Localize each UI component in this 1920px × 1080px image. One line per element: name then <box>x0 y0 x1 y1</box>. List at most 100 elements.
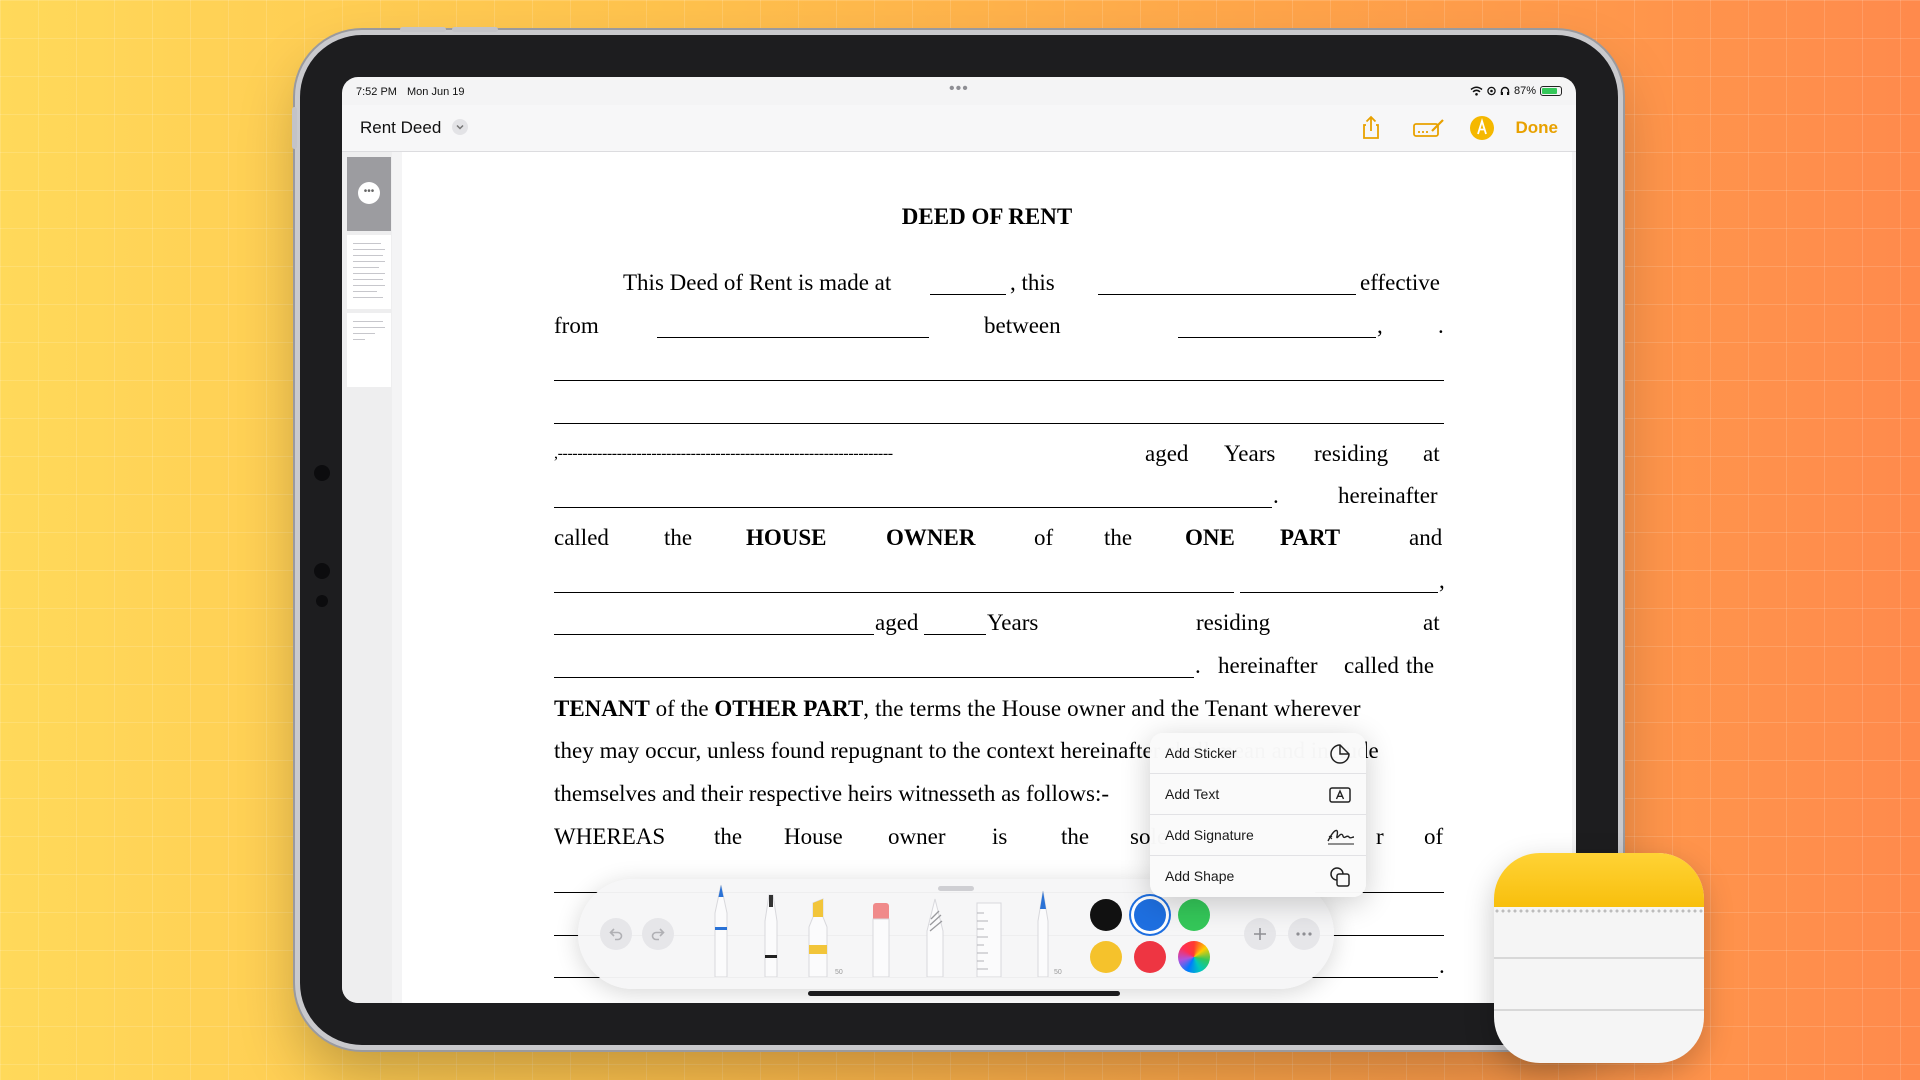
text: from <box>554 313 599 338</box>
text: PART <box>1280 525 1341 550</box>
text: of <box>1034 525 1054 550</box>
ruler-tool-icon[interactable] <box>974 901 1004 977</box>
status-right: 87% <box>1470 85 1562 97</box>
menu-label: Add Shape <box>1165 868 1235 884</box>
text: OTHER PART <box>714 696 864 721</box>
title-menu-chevron-icon[interactable] <box>452 119 468 135</box>
text: the <box>1406 653 1435 678</box>
text: , <box>1439 568 1445 593</box>
text: . <box>1438 313 1444 338</box>
blank-line-4[interactable] <box>554 423 1444 424</box>
redo-icon <box>651 928 665 941</box>
thumbnail-page-2[interactable] <box>347 235 391 309</box>
camera-dot-1 <box>314 465 330 481</box>
text: This Deed of Rent is made at <box>623 270 892 295</box>
document-page[interactable]: DEED OF RENT This Deed of Rent is made a… <box>402 152 1572 1003</box>
text: ,---------------------------------------… <box>554 445 893 462</box>
text: owner <box>888 824 946 849</box>
marker-size-label: 50 <box>835 969 843 976</box>
text: themselves and their respective heirs wi… <box>554 781 1110 806</box>
text: ONE <box>1185 525 1235 550</box>
camera-dot-3 <box>316 595 328 607</box>
color-swatch-red[interactable] <box>1134 941 1166 973</box>
text: hereinafter <box>1338 483 1438 508</box>
text: effective <box>1360 270 1441 295</box>
undo-button[interactable] <box>600 918 632 950</box>
text: , <box>1377 313 1383 338</box>
doc-line-11: TENANT of the OTHER PART, the terms the … <box>554 696 1444 722</box>
text: between <box>984 313 1061 338</box>
add-button[interactable] <box>1244 918 1276 950</box>
color-swatch-yellow[interactable] <box>1090 941 1122 973</box>
fountain-pen-tool-icon[interactable] <box>1032 889 1054 977</box>
notes-app-icon <box>1494 853 1704 1063</box>
text: the <box>1104 525 1133 550</box>
share-icon[interactable] <box>1356 113 1386 143</box>
menu-item-add-shape[interactable]: Add Shape <box>1150 856 1366 897</box>
color-swatch-black[interactable] <box>1090 899 1122 931</box>
text: the <box>664 525 693 550</box>
form-fill-icon[interactable] <box>1412 113 1446 143</box>
screen: 7:52 PM Mon Jun 19 ••• 87% Rent Deed Don… <box>342 77 1576 1003</box>
text: Years <box>987 610 1039 635</box>
battery-percent: 87% <box>1513 85 1536 97</box>
document-title[interactable]: Rent Deed <box>360 118 441 138</box>
text: called <box>1344 653 1399 678</box>
lasso-tool-icon[interactable] <box>922 897 948 977</box>
deed-title: DEED OF RENT <box>901 204 1073 229</box>
text: of the <box>649 696 715 721</box>
redo-button[interactable] <box>642 918 674 950</box>
menu-label: Add Signature <box>1165 827 1254 843</box>
text: . <box>1273 483 1279 508</box>
palette-grabber[interactable] <box>938 886 974 891</box>
wifi-icon <box>1470 86 1483 96</box>
menu-item-add-text[interactable]: Add Text <box>1150 774 1366 815</box>
top-button-2 <box>452 27 498 32</box>
color-swatch-green[interactable] <box>1178 899 1210 931</box>
ellipsis-icon <box>1296 932 1312 936</box>
color-swatch-blue-selected[interactable] <box>1134 899 1166 931</box>
thumbnail-page-1[interactable]: ••• <box>347 157 391 231</box>
multitasking-dots-icon[interactable]: ••• <box>949 80 969 98</box>
text: at <box>1423 441 1440 466</box>
home-indicator <box>808 991 1120 996</box>
text: aged <box>875 610 919 635</box>
markup-pen-icon[interactable] <box>1467 113 1497 143</box>
menu-label: Add Sticker <box>1165 745 1237 761</box>
marker-tool-icon[interactable] <box>758 891 784 977</box>
location-icon <box>1487 86 1496 96</box>
thumbnail-page-3[interactable] <box>347 313 391 387</box>
thumbnail-more-icon[interactable]: ••• <box>358 182 380 204</box>
highlighter-tool-icon[interactable] <box>804 897 832 977</box>
status-time: 7:52 PM <box>356 86 397 98</box>
pen-tool-icon[interactable] <box>708 883 734 977</box>
menu-item-add-signature[interactable]: Add Signature <box>1150 815 1366 856</box>
blank-line-3[interactable] <box>554 380 1444 381</box>
text: Years <box>1224 441 1276 466</box>
text: r <box>1376 824 1384 849</box>
color-picker-wheel-icon[interactable] <box>1178 941 1210 973</box>
menu-item-add-sticker[interactable]: Add Sticker <box>1150 733 1366 774</box>
sticker-icon <box>1330 744 1350 764</box>
text: . <box>1439 953 1445 978</box>
plus-icon <box>1254 928 1266 940</box>
text: is <box>992 824 1008 849</box>
navigation-bar: Rent Deed Done <box>342 105 1576 152</box>
status-bar: 7:52 PM Mon Jun 19 ••• 87% <box>342 77 1576 105</box>
text: , this <box>1010 270 1055 295</box>
text: the <box>714 824 743 849</box>
eraser-tool-icon[interactable] <box>868 901 894 977</box>
text: . <box>1195 653 1201 678</box>
add-menu-popup: Add Sticker Add Text Add Signature Add S… <box>1150 733 1366 897</box>
text: WHEREAS <box>554 824 666 849</box>
text: at <box>1423 610 1440 635</box>
done-button[interactable]: Done <box>1516 118 1559 138</box>
more-options-button[interactable] <box>1288 918 1320 950</box>
text: House <box>784 824 843 849</box>
text: residing <box>1314 441 1389 466</box>
text: HOUSE <box>746 525 827 550</box>
text: TENANT <box>554 696 650 721</box>
camera-dot-2 <box>314 563 330 579</box>
shapes-icon <box>1330 867 1350 887</box>
menu-label: Add Text <box>1165 786 1220 802</box>
